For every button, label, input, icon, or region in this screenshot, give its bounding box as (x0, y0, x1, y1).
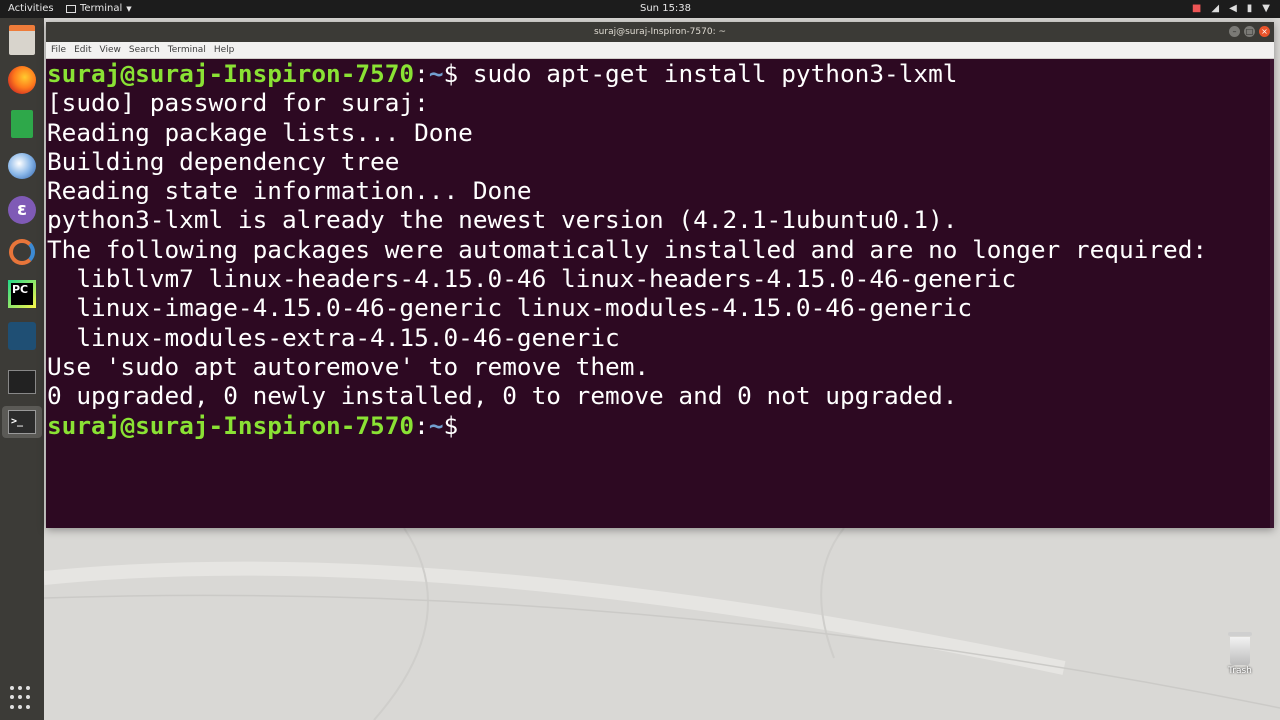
firefox-icon[interactable] (6, 64, 38, 96)
app-menu-label: Terminal (80, 3, 123, 14)
trash-label: Trash (1228, 666, 1252, 676)
system-tray[interactable]: ■ ◢ ◀ ▮ ▼ (1192, 0, 1270, 18)
clock[interactable]: Sun 15:38 (640, 0, 691, 18)
trash-desktop-item[interactable]: Trash (1222, 632, 1258, 676)
command-line: suraj@suraj-Inspiron-7570:~$ sudo apt-ge… (47, 59, 1274, 88)
prompt-separator: : (414, 59, 429, 88)
close-button[interactable]: × (1259, 26, 1270, 37)
output-line: Use 'sudo apt autoremove' to remove them… (47, 351, 650, 381)
prompt-line: suraj@suraj-Inspiron-7570:~$ (47, 411, 1274, 440)
trash-icon (1226, 632, 1254, 666)
dock: ε PC >_ (0, 18, 44, 720)
terminal-icon[interactable]: >_ (2, 406, 42, 438)
output-line: linux-image-4.15.0-46-generic linux-modu… (47, 293, 973, 323)
output-line: python3-lxml is already the newest versi… (47, 205, 958, 235)
system-monitor-icon[interactable] (6, 366, 38, 398)
chevron-down-icon: ▼ (1262, 3, 1270, 14)
output-line: 0 upgraded, 0 newly installed, 0 to remo… (47, 381, 958, 411)
activities-button[interactable]: Activities (8, 0, 54, 18)
emacs-icon[interactable]: ε (6, 194, 38, 226)
output-line: Reading state information... Done (47, 176, 532, 206)
output-line: Reading package lists... Done (47, 117, 473, 147)
thunderbird-icon[interactable] (6, 150, 38, 182)
output-line: Building dependency tree (47, 146, 400, 176)
pycharm-icon[interactable]: PC (6, 278, 38, 310)
window-title: suraj@suraj-Inspiron-7570: ~ (593, 27, 727, 37)
menu-terminal[interactable]: Terminal (168, 42, 206, 58)
camera-icon: ■ (1191, 3, 1202, 14)
menu-file[interactable]: File (51, 42, 66, 58)
menu-search[interactable]: Search (129, 42, 160, 58)
prompt-dollar: $ (443, 410, 459, 440)
minimize-button[interactable]: – (1229, 26, 1240, 37)
top-bar: Activities Terminal ▼ Sun 15:38 ■ ◢ ◀ ▮ … (0, 0, 1280, 18)
menu-bar: File Edit View Search Terminal Help (46, 42, 1274, 59)
command-text: $ sudo apt-get install python3-lxml (443, 59, 958, 88)
prompt-path: ~ (428, 59, 444, 88)
output-line: libllvm7 linux-headers-4.15.0-46 linux-h… (47, 264, 1017, 294)
prompt-user: suraj@suraj-Inspiron-7570 (47, 59, 415, 88)
prompt-path: ~ (428, 410, 444, 440)
show-applications-icon[interactable] (10, 686, 34, 710)
terminal-output[interactable]: suraj@suraj-Inspiron-7570:~$ sudo apt-ge… (46, 59, 1274, 528)
terminal-scrollbar[interactable] (1270, 59, 1274, 528)
output-line: [sudo] password for suraj: (47, 88, 429, 118)
battery-icon: ▮ (1246, 3, 1253, 14)
maximize-button[interactable]: □ (1244, 26, 1255, 37)
output-line: linux-modules-extra-4.15.0-46-generic (47, 322, 620, 352)
calc-icon[interactable] (6, 108, 38, 140)
chevron-down-icon: ▼ (126, 5, 132, 13)
prompt-separator: : (414, 410, 429, 440)
terminal-small-icon (66, 5, 76, 13)
window-titlebar[interactable]: suraj@suraj-Inspiron-7570: ~ – □ × (46, 22, 1274, 42)
mysql-workbench-icon[interactable] (6, 320, 38, 352)
output-line: The following packages were automaticall… (47, 234, 1208, 264)
network-icon: ◢ (1211, 3, 1220, 14)
app-menu[interactable]: Terminal ▼ (66, 0, 132, 18)
volume-icon: ◀ (1229, 3, 1237, 14)
menu-edit[interactable]: Edit (74, 42, 91, 58)
menu-view[interactable]: View (100, 42, 121, 58)
prompt-user: suraj@suraj-Inspiron-7570 (47, 410, 415, 440)
git-icon[interactable] (6, 236, 38, 268)
files-icon[interactable] (6, 24, 38, 56)
pycharm-label: PC (11, 283, 33, 305)
terminal-window: suraj@suraj-Inspiron-7570: ~ – □ × File … (46, 22, 1274, 528)
menu-help[interactable]: Help (214, 42, 235, 58)
